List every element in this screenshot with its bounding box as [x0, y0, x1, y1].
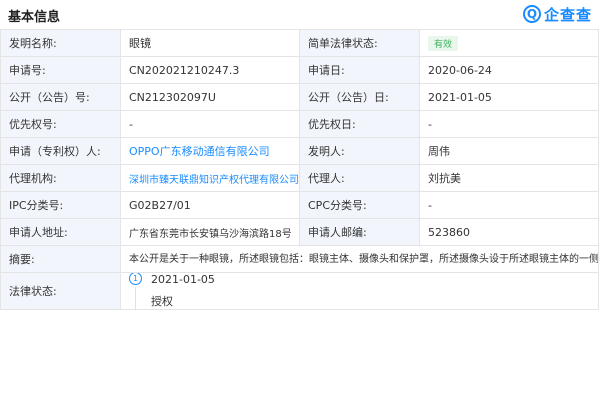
- legal-status-brief-label: 简单法律状态:: [299, 29, 420, 57]
- agent-label: 代理人:: [299, 164, 420, 192]
- abstract-label: 摘要:: [0, 245, 121, 273]
- priority-date-value: -: [419, 110, 599, 138]
- abstract-text: 本公开是关于一种眼镜，所述眼镜包括：眼镜主体、摄像头和保护罩，所述摄像头设于所述…: [120, 245, 599, 273]
- legal-status-timeline: 1 2021-01-05 授权: [129, 273, 590, 309]
- brand-name: 企查查: [543, 5, 592, 24]
- header-bar: 基本信息 Q 企查查: [0, 0, 600, 28]
- applicant-zip-label: 申请人邮编:: [299, 218, 420, 246]
- applicant-zip-value: 523860: [419, 218, 599, 246]
- ipc-value: G02B27/01: [120, 191, 300, 219]
- table-row: 法律状态: 1 2021-01-05 授权: [0, 272, 599, 310]
- inventor-value: 周伟: [419, 137, 599, 165]
- section-title: 基本信息: [8, 10, 61, 25]
- agency-label: 代理机构:: [0, 164, 121, 192]
- qcc-logo-icon: Q: [522, 5, 541, 23]
- brand-logo[interactable]: Q 企查查: [522, 3, 592, 25]
- status-badge: 有效: [428, 35, 459, 51]
- table-row: 代理机构: 深圳市臻天联鼎知识产权代理有限公司 代理人: 刘抗美: [0, 164, 599, 192]
- priority-date-label: 优先权日:: [299, 110, 420, 138]
- timeline-event: 授权: [151, 295, 173, 308]
- cpc-label: CPC分类号:: [299, 191, 420, 219]
- table-row: 申请号: CN202021210247.3 申请日: 2020-06-24: [0, 56, 599, 84]
- timeline-date: 2021-01-05: [151, 273, 215, 287]
- publication-no-label: 公开（公告）号:: [0, 83, 121, 111]
- inventor-label: 发明人:: [299, 137, 420, 165]
- timeline-line: [135, 287, 136, 309]
- applicant-address-label: 申请人地址:: [0, 218, 121, 246]
- legal-status-brief-cell: 有效: [419, 29, 599, 57]
- applicant-link[interactable]: OPPO广东移动通信有限公司: [129, 145, 270, 158]
- application-no-label: 申请号:: [0, 56, 121, 84]
- publication-date-value: 2021-01-05: [419, 83, 599, 111]
- ipc-label: IPC分类号:: [0, 191, 121, 219]
- applicant-label: 申请（专利权）人:: [0, 137, 121, 165]
- legal-status-timeline-cell: 1 2021-01-05 授权: [120, 272, 599, 310]
- invention-name-value: 眼镜: [120, 29, 300, 57]
- agent-value: 刘抗美: [419, 164, 599, 192]
- application-date-label: 申请日:: [299, 56, 420, 84]
- legal-status-label: 法律状态:: [0, 272, 121, 310]
- table-row: 优先权号: - 优先权日: -: [0, 110, 599, 138]
- publication-date-label: 公开（公告）日:: [299, 83, 420, 111]
- patent-info-table: 发明名称: 眼镜 简单法律状态: 有效 申请号: CN202021210247.…: [0, 29, 599, 310]
- agency-cell: 深圳市臻天联鼎知识产权代理有限公司: [120, 164, 300, 192]
- publication-no-value: CN212302097U: [120, 83, 300, 111]
- table-row: IPC分类号: G02B27/01 CPC分类号: -: [0, 191, 599, 219]
- invention-name-label: 发明名称:: [0, 29, 121, 57]
- application-no-value: CN202021210247.3: [120, 56, 300, 84]
- agency-link[interactable]: 深圳市臻天联鼎知识产权代理有限公司: [129, 175, 299, 186]
- priority-no-label: 优先权号:: [0, 110, 121, 138]
- applicant-address-value: 广东省东莞市长安镇乌沙海滨路18号: [120, 218, 300, 246]
- table-row: 申请（专利权）人: OPPO广东移动通信有限公司 发明人: 周伟: [0, 137, 599, 165]
- table-row: 发明名称: 眼镜 简单法律状态: 有效: [0, 29, 599, 57]
- applicant-cell: OPPO广东移动通信有限公司: [120, 137, 300, 165]
- table-row: 申请人地址: 广东省东莞市长安镇乌沙海滨路18号 申请人邮编: 523860: [0, 218, 599, 246]
- table-row: 摘要: 本公开是关于一种眼镜，所述眼镜包括：眼镜主体、摄像头和保护罩，所述摄像头…: [0, 245, 599, 273]
- cpc-value: -: [419, 191, 599, 219]
- application-date-value: 2020-06-24: [419, 56, 599, 84]
- priority-no-value: -: [120, 110, 300, 138]
- timeline-step-badge: 1: [129, 273, 142, 285]
- table-row: 公开（公告）号: CN212302097U 公开（公告）日: 2021-01-0…: [0, 83, 599, 111]
